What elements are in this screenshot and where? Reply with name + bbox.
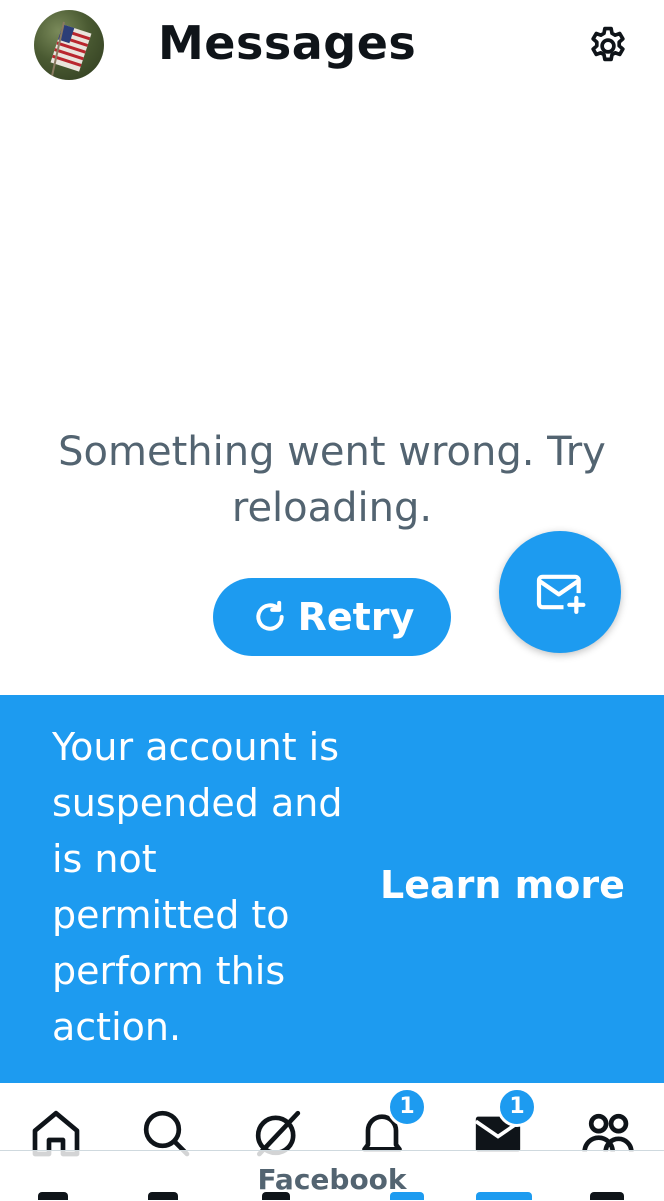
gear-icon[interactable] (586, 24, 630, 68)
flag-icon (50, 21, 92, 77)
error-message: Something went wrong. Try reloading. (58, 429, 606, 531)
notifications-badge: 1 (387, 1087, 427, 1127)
messages-badge: 1 (497, 1087, 537, 1127)
suspension-message: Your account is suspended and is not per… (52, 725, 343, 1049)
new-message-button[interactable] (499, 531, 621, 653)
retry-button[interactable]: Retry (213, 578, 451, 656)
overlay-label: Facebook (257, 1163, 407, 1196)
refresh-icon (250, 597, 290, 637)
retry-label: Retry (297, 595, 415, 639)
cut-off-nav-icon (476, 1192, 532, 1200)
new-message-icon (536, 574, 586, 614)
cut-off-nav-icon (262, 1192, 290, 1200)
profile-avatar[interactable] (34, 10, 104, 80)
page-title: Messages (158, 16, 417, 70)
cut-off-nav-icon (148, 1192, 178, 1200)
learn-more-link[interactable]: Learn more (380, 863, 625, 907)
cut-off-nav-icon (390, 1192, 424, 1200)
suspension-banner: Your account is suspended and is not per… (0, 695, 664, 1083)
overlay-bar: Facebook (0, 1150, 664, 1201)
cut-off-nav-icon (590, 1192, 624, 1200)
cut-off-nav-icon (38, 1192, 68, 1200)
header: Messages (0, 0, 664, 90)
